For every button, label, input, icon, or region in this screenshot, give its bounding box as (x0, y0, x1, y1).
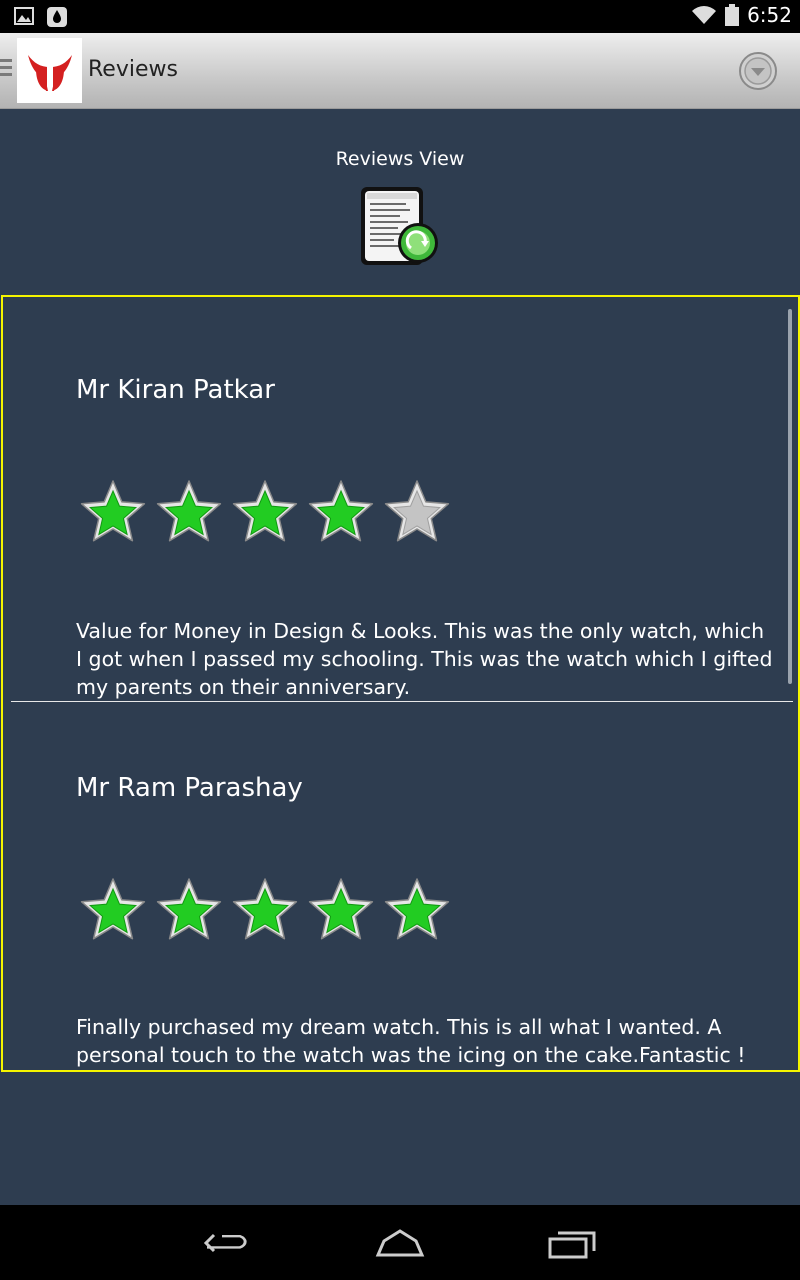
chevron-down-circle-icon[interactable] (738, 51, 778, 91)
star-filled-icon (80, 480, 146, 542)
star-filled-icon (232, 480, 298, 542)
brand-logo-mark (27, 54, 72, 93)
reviews-list[interactable]: Mr Kiran Patkar Value for Money in Desig… (1, 295, 800, 1072)
recent-apps-icon[interactable] (542, 1225, 602, 1261)
gallery-icon (14, 7, 34, 25)
reviews-view-title: Reviews View (335, 148, 465, 170)
status-left-icons (14, 6, 68, 28)
star-filled-icon (156, 480, 222, 542)
review-text: Value for Money in Design & Looks. This … (76, 619, 773, 699)
status-bar: 6:52 (0, 0, 800, 33)
navigation-bar (0, 1205, 800, 1280)
star-filled-icon (232, 878, 298, 940)
review-text: Finally purchased my dream watch. This i… (76, 1015, 746, 1067)
status-right-icons: 6:52 (691, 3, 792, 27)
star-filled-icon (156, 878, 222, 940)
star-empty-icon (384, 480, 450, 542)
star-filled-icon (308, 480, 374, 542)
home-icon[interactable] (370, 1225, 430, 1261)
status-time: 6:52 (747, 3, 792, 27)
page-title: Reviews (88, 57, 178, 82)
action-bar: Reviews (0, 33, 800, 109)
notification-drop-icon (47, 7, 67, 27)
star-filled-icon (80, 878, 146, 940)
drawer-indicator-icon[interactable] (0, 59, 12, 80)
reviewer-name: Mr Kiran Patkar (76, 375, 275, 405)
scrollbar[interactable] (788, 309, 792, 684)
review-divider (11, 701, 793, 702)
star-filled-icon (384, 878, 450, 940)
star-rating (79, 477, 451, 545)
document-refresh-icon[interactable] (358, 185, 442, 269)
wifi-icon (692, 6, 717, 24)
brand-logo[interactable] (17, 38, 82, 103)
reviewer-name: Mr Ram Parashay (76, 773, 303, 803)
star-filled-icon (308, 878, 374, 940)
star-rating (79, 875, 451, 943)
back-icon[interactable] (200, 1225, 260, 1261)
battery-icon (725, 4, 740, 26)
